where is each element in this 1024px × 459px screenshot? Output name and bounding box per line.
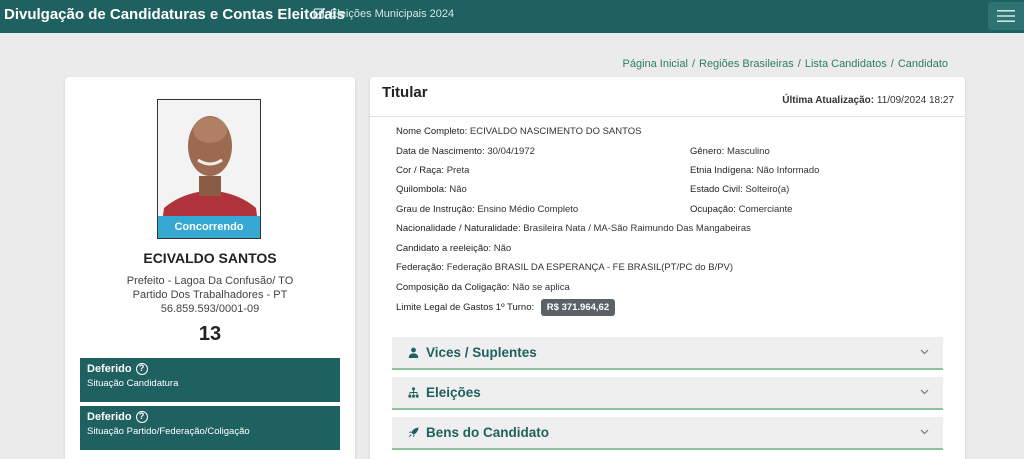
accordion-label: Bens do Candidato (426, 425, 550, 440)
field-nome-completo: Nome Completo: ECIVALDO NASCIMENTO DO SA… (396, 126, 642, 137)
breadcrumb-current: Candidato (897, 58, 948, 70)
accordion-label: Vices / Suplentes (426, 345, 537, 360)
detail-header: Titular Última Atualização: 11/09/2024 1… (370, 77, 965, 117)
detail-title: Titular (382, 84, 428, 101)
detail-card: Titular Última Atualização: 11/09/2024 1… (370, 77, 965, 459)
election-link-label: Eleições Municipais 2024 (330, 7, 455, 20)
field-estado-civil: Estado Civil: Solteiro(a) (690, 184, 790, 195)
field-limite-gastos: Limite Legal de Gastos 1º Turno: R$ 371.… (396, 299, 616, 316)
user-icon (408, 347, 419, 358)
field-ocupacao: Ocupação: Comerciante (690, 204, 793, 215)
sitemap-icon (408, 387, 419, 398)
situation-subtitle: Situação Candidatura (87, 378, 179, 389)
help-icon[interactable]: ? (135, 411, 148, 423)
breadcrumb: Página Inicial / Regiões Brasileiras / Lista… (622, 58, 949, 70)
situation-title: Deferido (87, 411, 132, 423)
status-pill: Concorrendo (158, 216, 260, 238)
last-update-label: Última Atualização: (782, 95, 875, 106)
breadcrumb-candidates[interactable]: Lista Candidatos (805, 58, 887, 70)
situation-candidatura: Deferido ? Situação Candidatura (80, 358, 340, 402)
situation-subtitle: Situação Partido/Federação/Coligação (87, 426, 250, 437)
breadcrumb-home[interactable]: Página Inicial (623, 58, 688, 70)
candidate-name: ECIVALDO SANTOS (143, 250, 277, 266)
field-etnia: Etnia Indígena: Não Informado (690, 165, 820, 176)
breadcrumb-regions[interactable]: Regiões Brasileiras (699, 58, 794, 70)
accordion-label: Eleições (426, 385, 481, 400)
candidate-number: 13 (198, 323, 222, 345)
candidate-cnpj: 56.859.593/0001-09 (160, 303, 260, 315)
chevron-down-icon (920, 429, 929, 435)
accordion-eleicoes[interactable]: Eleições (392, 377, 943, 410)
help-icon[interactable]: ? (135, 363, 148, 375)
candidate-photo: Concorrendo (157, 99, 261, 239)
app-title[interactable]: Divulgação de Candidaturas e Contas Elei… (4, 6, 345, 23)
field-genero: Gênero: Masculino (690, 146, 770, 157)
rocket-icon (408, 427, 419, 438)
candidate-office: Prefeito - Lagoa Da Confusão/ TO (126, 275, 294, 287)
field-cor-raca: Cor / Raça: Preta (396, 165, 470, 176)
field-quilombola: Quilombola: Não (396, 184, 467, 195)
field-coligacao: Composição da Coligação: Não se aplica (396, 282, 570, 293)
field-data-nascimento: Data de Nascimento: 30/04/1972 (396, 146, 535, 157)
accordion-bens-candidato[interactable]: Bens do Candidato (392, 417, 943, 450)
field-reeleicao: Candidato a reeleição: Não (396, 243, 512, 254)
field-nacionalidade: Nacionalidade / Naturalidade: Brasileira… (396, 223, 751, 234)
election-link[interactable]: Eleições Municipais 2024 (313, 7, 454, 20)
chevron-down-icon (920, 349, 929, 355)
chevron-down-icon (920, 389, 929, 395)
hamburger-icon (997, 10, 1015, 22)
top-bar: Divulgação de Candidaturas e Contas Elei… (0, 0, 1024, 33)
edit-icon (313, 7, 326, 19)
situation-title: Deferido (87, 363, 132, 375)
candidate-card: Concorrendo ECIVALDO SANTOS Prefeito - L… (65, 77, 355, 459)
field-federacao: Federação: Federação BRASIL DA ESPERANÇA… (396, 262, 734, 273)
field-grau-instrucao: Grau de Instrução: Ensino Médio Completo (396, 204, 579, 215)
menu-button[interactable] (988, 2, 1024, 30)
candidate-party: Partido Dos Trabalhadores - PT (132, 289, 288, 301)
budget-badge: R$ 371.964,62 (540, 299, 616, 316)
accordion-vices-suplentes[interactable]: Vices / Suplentes (392, 337, 943, 370)
last-update-value: 11/09/2024 18:27 (876, 95, 954, 106)
situation-partido: Deferido ? Situação Partido/Federação/Co… (80, 406, 340, 450)
last-update: Última Atualização: 11/09/2024 18:27 (782, 95, 954, 106)
